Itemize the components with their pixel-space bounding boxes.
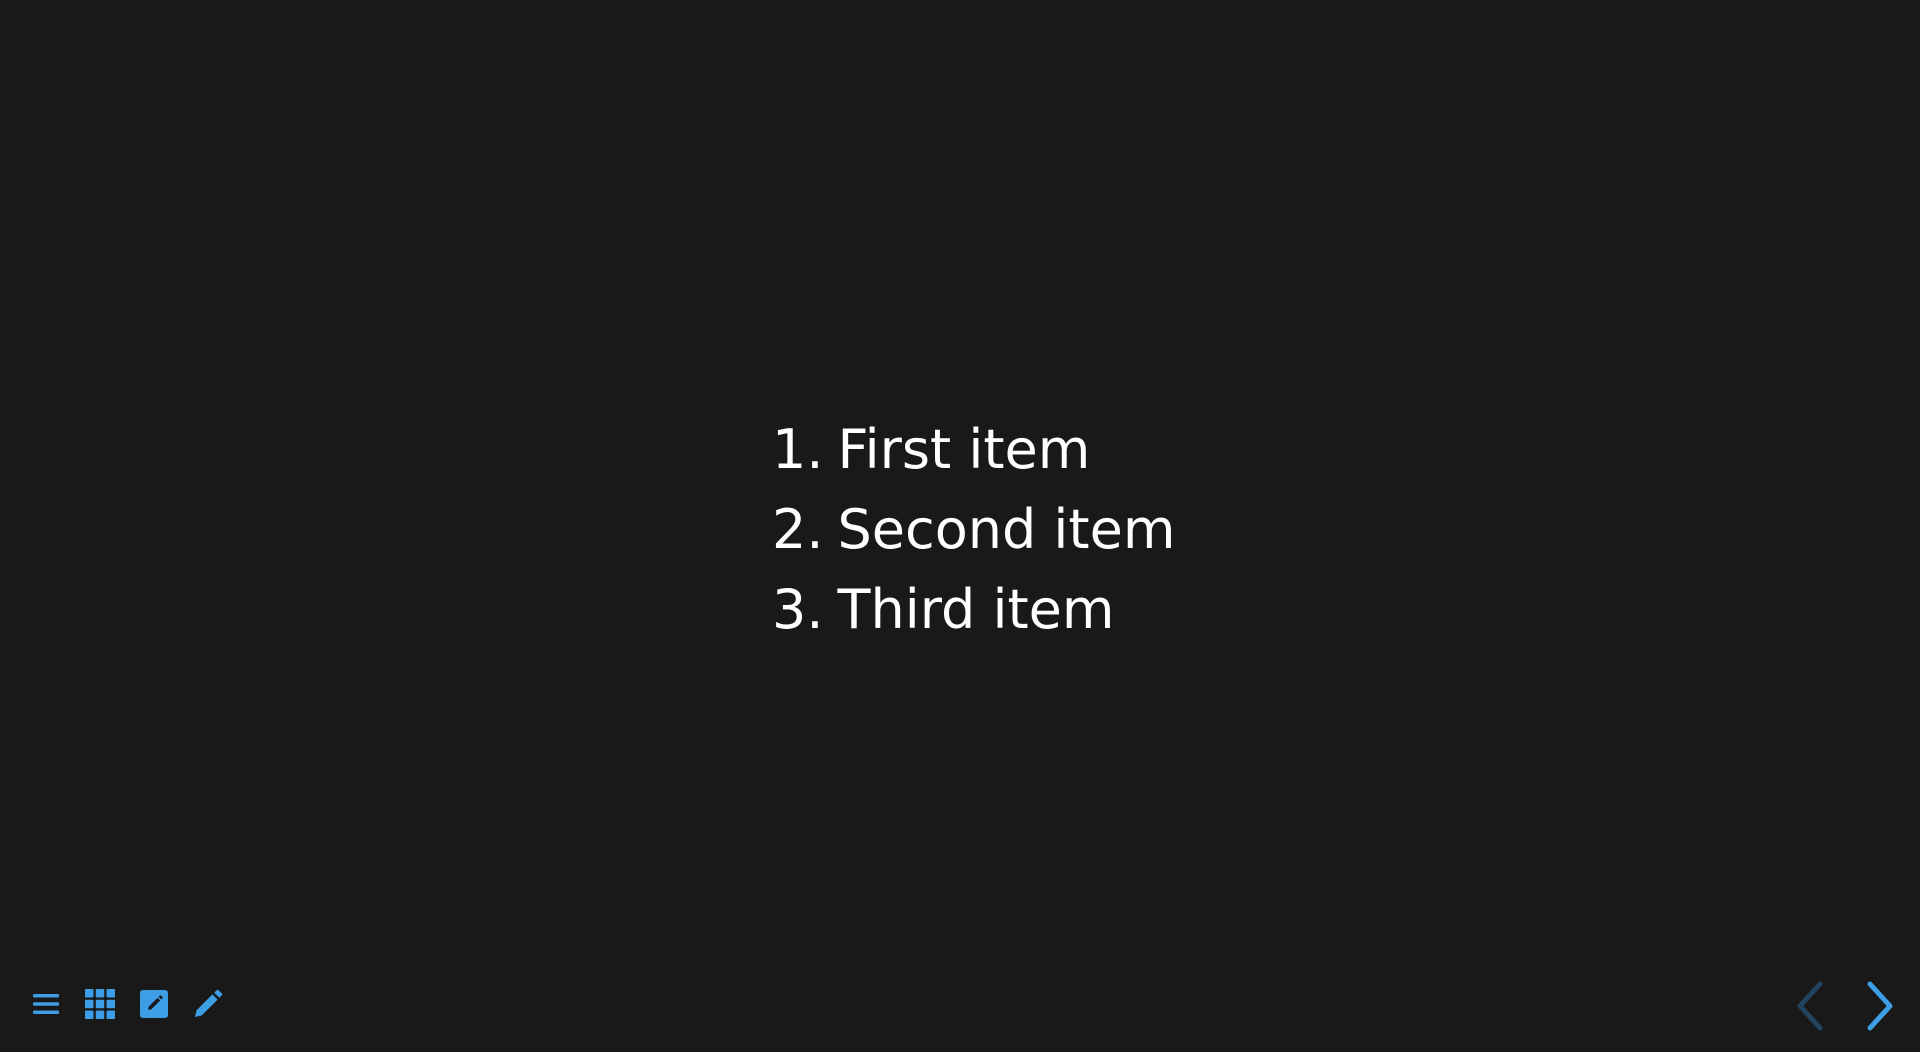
list-item-number: 2.	[772, 498, 824, 561]
ordered-list: 1. First item 2. Second item 3. Third it…	[772, 410, 1175, 650]
draw-button[interactable]	[192, 986, 224, 1022]
list-item-text: First item	[837, 418, 1091, 481]
previous-slide-button[interactable]	[1790, 978, 1830, 1034]
list-item-number: 1.	[772, 418, 824, 481]
next-slide-button[interactable]	[1860, 978, 1900, 1034]
list-item: 2. Second item	[772, 490, 1175, 570]
chevron-right-icon	[1867, 981, 1893, 1031]
chevron-left-icon	[1797, 981, 1823, 1031]
pencil-icon	[195, 989, 223, 1017]
edit-note-icon	[140, 990, 168, 1018]
list-item-number: 3.	[772, 578, 824, 641]
menu-button[interactable]	[30, 986, 62, 1022]
list-item-text: Second item	[837, 498, 1176, 561]
notes-button[interactable]	[138, 986, 170, 1022]
list-item: 3. Third item	[772, 570, 1175, 650]
presentation-toolbar	[30, 986, 224, 1022]
slide: 1. First item 2. Second item 3. Third it…	[0, 0, 1920, 1052]
overview-grid-button[interactable]	[84, 986, 116, 1022]
grid-icon	[85, 989, 115, 1019]
list-item: 1. First item	[772, 410, 1175, 490]
slide-navigation	[1790, 978, 1900, 1034]
menu-icon	[33, 994, 59, 1014]
list-item-text: Third item	[837, 578, 1115, 641]
